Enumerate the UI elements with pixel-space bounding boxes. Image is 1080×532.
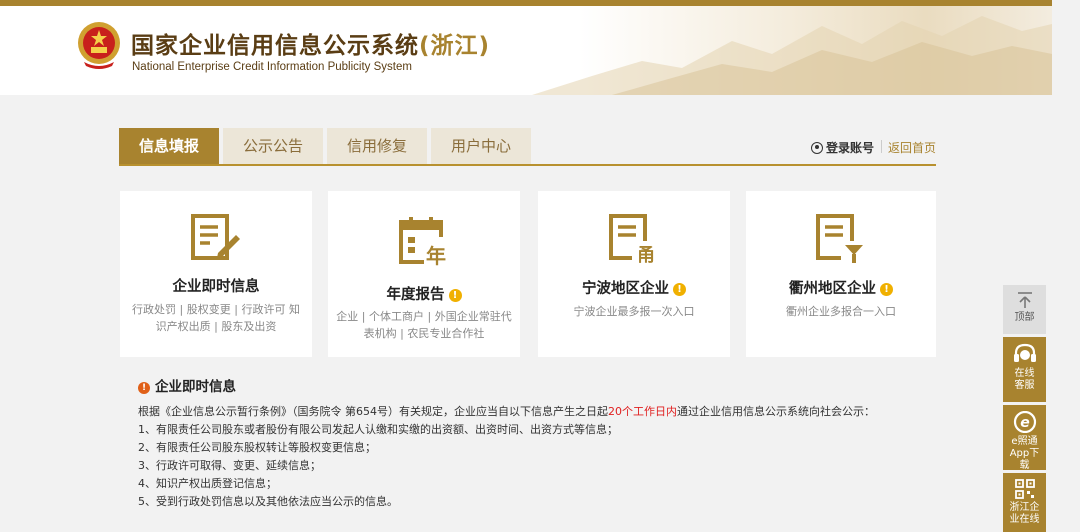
card-desc: 宁波企业最多报一次入口	[573, 305, 695, 318]
tab-info-filing[interactable]: 信息填报	[119, 128, 219, 164]
document-ningbo-icon: 甬	[609, 214, 660, 265]
card-title-text: 衢州地区企业	[789, 281, 876, 297]
site-title-region: (浙江)	[419, 33, 491, 59]
warning-icon[interactable]: !	[880, 283, 893, 296]
section-intro: 根据《企业信息公示暂行条例》（国务院令 第654号）有关规定，企业应当自以下信息…	[138, 403, 938, 421]
app-download-button[interactable]: e e照通App下载	[1003, 405, 1046, 471]
info-icon: !	[138, 382, 150, 394]
qr-code-label: 浙江企业在线	[1009, 502, 1040, 525]
document-edit-icon	[191, 214, 240, 260]
instant-info-section: ! 企业即时信息 根据《企业信息公示暂行条例》（国务院令 第654号）有关规定，企…	[138, 375, 938, 511]
warning-icon[interactable]: !	[448, 289, 462, 302]
rule-item: 1、有限责任公司股东或者股份有限公司发起人认缴和实缴的出资额、出资时间、出资方式…	[138, 423, 618, 436]
card-desc: 企业 | 个体工商户 | 外国企业常驻代表机构 | 农民专业合作社	[336, 310, 512, 340]
card-ningbo[interactable]: 甬 宁波地区企业! 宁波企业最多报一次入口	[538, 191, 730, 357]
app-download-label: e照通App下载	[1009, 436, 1040, 471]
rule-item: 4、知识产权出质登记信息；	[138, 477, 277, 490]
great-wall-background	[532, 16, 1052, 95]
card-desc: 衢州企业多报合一入口	[786, 305, 896, 318]
card-title: 衢州地区企业!	[746, 277, 936, 298]
qr-code-button[interactable]: 浙江企业在线	[1003, 473, 1046, 532]
card-title: 宁波地区企业!	[538, 277, 730, 298]
arrow-up-icon	[1017, 292, 1032, 308]
tab-announcements[interactable]: 公示公告	[223, 128, 323, 164]
calendar-year-icon: 年	[399, 217, 450, 267]
card-title-text: 年度报告	[386, 287, 445, 303]
svg-text:e: e	[1020, 415, 1030, 431]
card-title: 企业即时信息	[172, 279, 260, 295]
card-title: 年度报告!	[328, 283, 520, 304]
back-to-top-button[interactable]: 顶部	[1003, 285, 1046, 334]
qr-code-icon	[1014, 479, 1035, 499]
user-icon	[810, 142, 823, 154]
national-emblem-icon	[78, 22, 120, 69]
site-title-main: 国家企业信用信息公示系统	[131, 33, 419, 59]
card-instant-info[interactable]: 企业即时信息 行政处罚 | 股权变更 | 行政许可 知识产权出质 | 股东及出资	[120, 191, 312, 357]
intro-before: 根据《企业信息公示暂行条例》（国务院令 第654号）有关规定，企业应当自以下信息…	[138, 405, 608, 418]
card-quzhou[interactable]: 衢州地区企业! 衢州企业多报合一入口	[746, 191, 936, 357]
site-header: 国家企业信用信息公示系统(浙江) National Enterprise Cre…	[0, 6, 1052, 95]
nav-divider	[881, 140, 882, 153]
site-title: 国家企业信用信息公示系统(浙江)	[131, 26, 490, 60]
card-annual-report[interactable]: 年 年度报告! 企业 | 个体工商户 | 外国企业常驻代表机构 | 农民专业合作…	[328, 191, 520, 357]
site-subtitle: National Enterprise Credit Information P…	[132, 61, 412, 73]
online-service-button[interactable]: 在线客服	[1003, 337, 1046, 402]
headset-icon	[1013, 343, 1036, 362]
tab-user-center[interactable]: 用户中心	[431, 128, 531, 164]
rule-item: 5、受到行政处罚信息以及其他依法应当公示的信息。	[138, 495, 398, 508]
svg-text:甬: 甬	[637, 245, 655, 265]
e-app-icon: e	[1013, 411, 1036, 433]
intro-after: 通过企业信用信息公示系统向社会公示：	[677, 405, 875, 418]
login-link[interactable]: 登录账号	[810, 139, 874, 156]
section-title: ! 企业即时信息	[138, 375, 938, 395]
main-nav: 信息填报 公示公告 信用修复 用户中心 登录账号 返回首页	[119, 128, 936, 166]
rule-item: 3、行政许可取得、变更、延续信息；	[138, 459, 321, 472]
svg-text:年: 年	[426, 244, 446, 267]
home-link[interactable]: 返回首页	[888, 139, 936, 156]
login-label: 登录账号	[825, 141, 874, 155]
back-to-top-label: 顶部	[1014, 312, 1035, 323]
online-service-label: 在线客服	[1014, 368, 1035, 391]
intro-highlight: 20个工作日内	[608, 405, 677, 418]
tab-credit-repair[interactable]: 信用修复	[327, 128, 427, 164]
card-title-text: 宁波地区企业	[582, 281, 669, 297]
rule-item: 2、有限责任公司股东股权转让等股权变更信息；	[138, 441, 376, 454]
warning-icon[interactable]: !	[673, 283, 686, 296]
document-quzhou-icon	[816, 214, 867, 265]
section-title-text: 企业即时信息	[155, 379, 236, 395]
card-desc: 行政处罚 | 股权变更 | 行政许可 知识产权出质 | 股东及出资	[132, 303, 300, 333]
